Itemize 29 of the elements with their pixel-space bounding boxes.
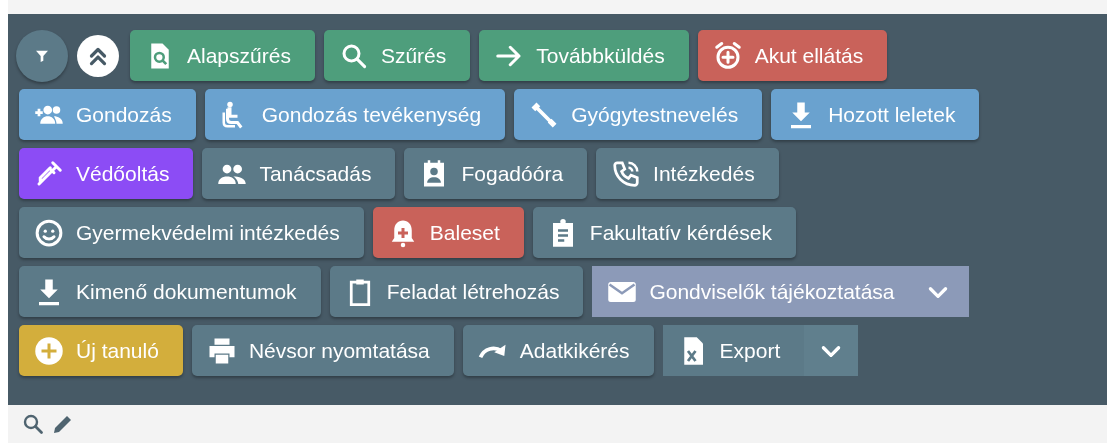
toolbar-button[interactable]: Intézkedés: [596, 148, 779, 199]
toolbar-button[interactable]: Gyógytestnevelés: [514, 89, 763, 140]
toolbar-button[interactable]: Tanácsadás: [202, 148, 396, 199]
toolbar-button[interactable]: Védőoltás: [19, 148, 194, 199]
alarm-clock-icon: [712, 40, 743, 71]
phone-icon: [611, 158, 642, 189]
toolbar-button[interactable]: Továbbküldés: [479, 30, 689, 81]
dropdown-button[interactable]: Gondviselők tájékoztatása: [592, 266, 969, 317]
toolbar-button[interactable]: Kimenő dokumentumok: [19, 266, 321, 317]
collapse-button[interactable]: [77, 34, 119, 77]
toolbar-button[interactable]: Fakultatív kérdések: [532, 207, 796, 258]
toolbar-button[interactable]: Névsor nyomtatása: [191, 325, 454, 376]
toolbar-button[interactable]: Gondozás: [19, 89, 196, 140]
toolbar-button[interactable]: Export: [662, 325, 805, 376]
toolbar-button[interactable]: Akut ellátás: [697, 30, 888, 81]
toolbar-button[interactable]: Gondozás tevékenység: [204, 89, 506, 140]
search-icon[interactable]: [21, 412, 45, 436]
toolbar-button[interactable]: Gyermekvédelmi intézkedés: [19, 207, 364, 258]
toolbar-button[interactable]: Adatkikérés: [462, 325, 654, 376]
toolbar-button[interactable]: Feladat létrehozás: [329, 266, 584, 317]
plus-circle-icon: [34, 335, 64, 366]
toolbar-button[interactable]: Baleset: [372, 207, 524, 258]
filter-button[interactable]: [16, 29, 68, 82]
toolbar-button[interactable]: Fogadóóra: [404, 148, 588, 199]
toolbar-button[interactable]: Alapszűrés: [130, 30, 315, 81]
toolbar-button[interactable]: Szűrés: [323, 30, 471, 81]
baby-face-icon: [34, 217, 64, 248]
dropdown-toggle[interactable]: [804, 325, 859, 376]
toolbar-button[interactable]: Hozott leletek: [771, 89, 980, 140]
